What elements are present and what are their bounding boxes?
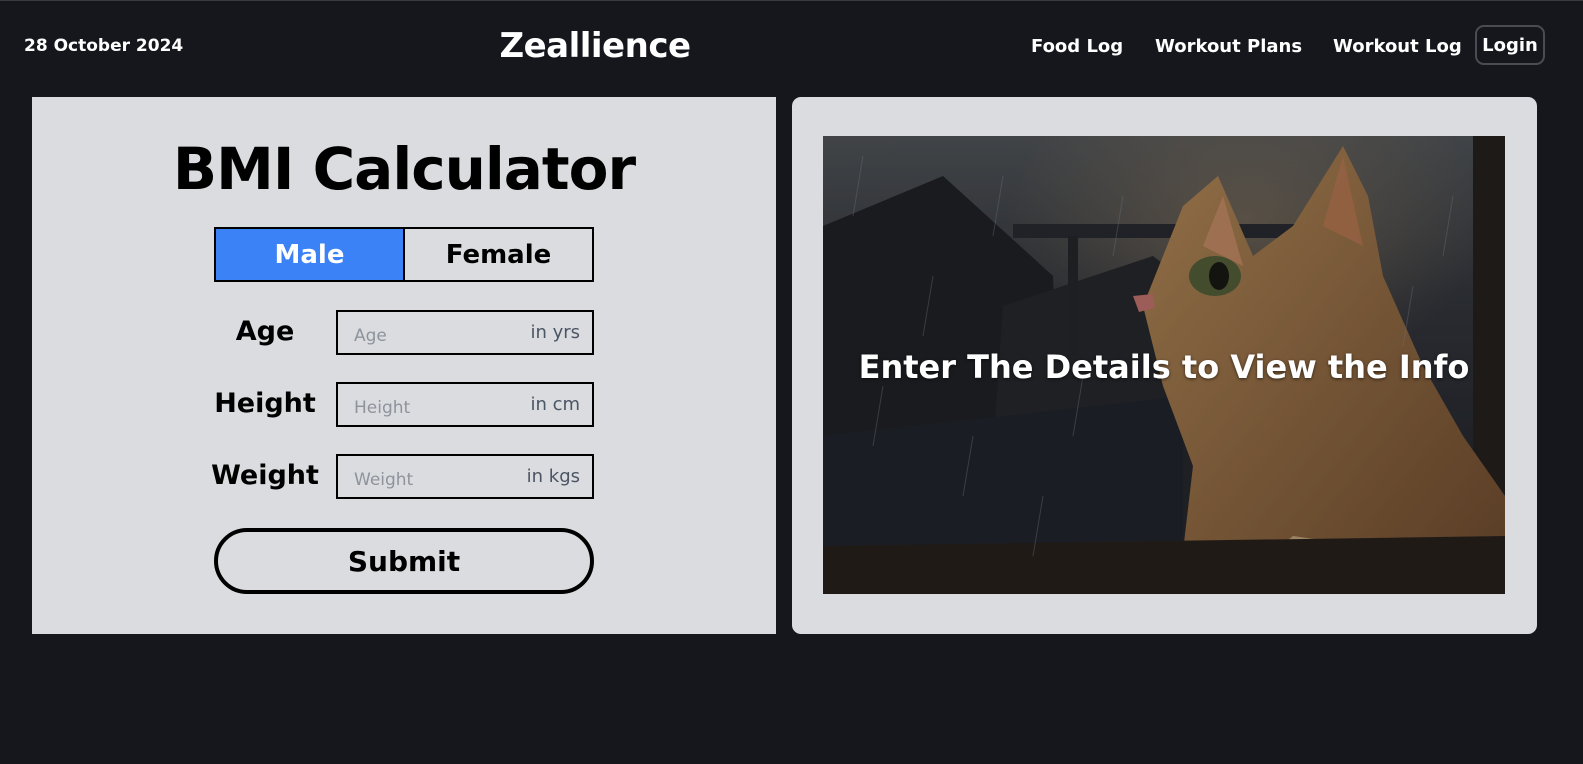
gender-toggle: Male Female <box>214 227 594 282</box>
nav-workout-plans[interactable]: Workout Plans <box>1155 36 1302 57</box>
female-button[interactable]: Female <box>405 227 594 282</box>
male-button[interactable]: Male <box>214 227 405 282</box>
info-panel: Enter The Details to View the Info <box>792 97 1537 634</box>
age-row: Age in yrs <box>32 310 776 355</box>
weight-field-box: in kgs <box>336 454 594 499</box>
weight-input[interactable] <box>338 456 592 497</box>
nav-workout-log[interactable]: Workout Log <box>1333 36 1462 57</box>
info-message: Enter The Details to View the Info <box>858 348 1470 386</box>
age-label: Age <box>235 316 295 347</box>
bmi-calculator-panel: BMI Calculator Male Female Age in yrs He… <box>32 97 776 634</box>
height-field-box: in cm <box>336 382 594 427</box>
nav-food-log[interactable]: Food Log <box>1031 36 1123 57</box>
weight-label: Weight <box>211 460 319 491</box>
brand-logo[interactable]: Zeallience <box>0 26 1190 66</box>
submit-button[interactable]: Submit <box>214 528 594 594</box>
age-field-box: in yrs <box>336 310 594 355</box>
height-input[interactable] <box>338 384 592 425</box>
age-input[interactable] <box>338 312 592 353</box>
login-button[interactable]: Login <box>1475 25 1545 65</box>
height-label: Height <box>214 388 316 419</box>
navbar: 28 October 2024 Zeallience Food Log Work… <box>0 0 1583 92</box>
page-title: BMI Calculator <box>172 135 636 203</box>
cat-illustration-image: Enter The Details to View the Info <box>823 136 1505 594</box>
weight-row: Weight in kgs <box>32 454 776 499</box>
height-row: Height in cm <box>32 382 776 427</box>
